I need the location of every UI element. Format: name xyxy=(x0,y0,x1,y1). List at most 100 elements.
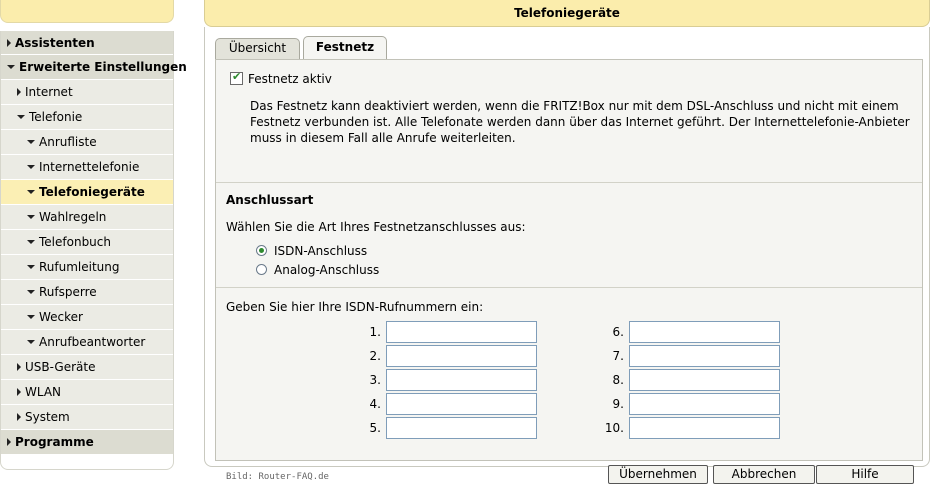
sidebar-item-label: Telefoniegeräte xyxy=(39,185,145,199)
divider xyxy=(216,182,922,183)
isdn-number-input-2[interactable] xyxy=(386,345,537,367)
sidebar-item-label: Rufumleitung xyxy=(39,260,120,274)
sidebar-item-label: Wecker xyxy=(39,310,83,324)
festnetz-description: Das Festnetz kann deaktiviert werden, we… xyxy=(250,99,910,145)
isdn-option[interactable]: ISDN-Anschluss xyxy=(256,244,367,258)
chevron-right-icon xyxy=(17,362,21,371)
sidebar-item-label: Internet xyxy=(25,85,73,99)
chevron-down-icon xyxy=(27,239,35,244)
sidebar-item-telefonie[interactable]: Telefonie xyxy=(1,105,173,130)
sidebar-item-internet[interactable]: Internet xyxy=(1,80,173,105)
anschlussart-title: Anschlussart xyxy=(226,193,314,207)
sidebar-item-label: Telefonie xyxy=(29,110,83,124)
main-panel: Telefoniegeräte Übersicht Festnetz ✔ Fest… xyxy=(204,0,934,484)
apply-button[interactable]: Übernehmen xyxy=(608,465,708,484)
sidebar-item-wecker[interactable]: Wecker xyxy=(1,305,173,330)
chevron-down-icon xyxy=(27,314,35,319)
sidebar: Assistenten Erweiterte Einstellungen Int… xyxy=(0,0,187,470)
help-button[interactable]: Hilfe xyxy=(816,465,914,484)
tab-festnetz[interactable]: Festnetz xyxy=(303,36,387,59)
sidebar-item-label: Anrufliste xyxy=(39,135,97,149)
isdn-option-label: ISDN-Anschluss xyxy=(274,244,368,258)
isdn-number-label: 1. xyxy=(369,325,381,339)
analog-option[interactable]: Analog-Anschluss xyxy=(256,263,379,277)
chevron-right-icon xyxy=(7,437,11,446)
sidebar-item-label: Assistenten xyxy=(15,36,95,50)
sidebar-item-wahlregeln[interactable]: Wahlregeln xyxy=(1,205,173,230)
isdn-number-input-6[interactable] xyxy=(629,321,780,343)
isdn-number-label: 8. xyxy=(612,373,624,387)
sidebar-footer xyxy=(0,454,174,470)
sidebar-item-rufumleitung[interactable]: Rufumleitung xyxy=(1,255,173,280)
sidebar-item-label: Internettelefonie xyxy=(39,160,140,174)
chevron-down-icon xyxy=(27,264,35,269)
sidebar-item-label: Wahlregeln xyxy=(39,210,107,224)
sidebar-item-wlan[interactable]: WLAN xyxy=(1,380,173,405)
sidebar-item-programme[interactable]: Programme xyxy=(1,430,173,455)
sidebar-menu: Assistenten Erweiterte Einstellungen Int… xyxy=(0,31,187,455)
cancel-button[interactable]: Abbrechen xyxy=(713,465,815,484)
chevron-down-icon xyxy=(17,114,25,119)
isdn-number-input-10[interactable] xyxy=(629,417,780,439)
chevron-right-icon xyxy=(17,387,21,396)
chevron-down-icon xyxy=(7,64,15,69)
page-title: Telefoniegeräte xyxy=(204,0,930,27)
sidebar-item-usb-geraete[interactable]: USB-Geräte xyxy=(1,355,173,380)
isdn-number-input-1[interactable] xyxy=(386,321,537,343)
sidebar-item-label: Programme xyxy=(15,435,94,449)
festnetz-aktiv-row: ✔ Festnetz aktiv xyxy=(230,70,332,86)
sidebar-item-label: System xyxy=(25,410,70,424)
sidebar-item-rufsperre[interactable]: Rufsperre xyxy=(1,280,173,305)
sidebar-item-system[interactable]: System xyxy=(1,405,173,430)
check-icon: ✔ xyxy=(232,70,242,83)
sidebar-item-internettelefonie[interactable]: Internettelefonie xyxy=(1,155,173,180)
isdn-number-input-5[interactable] xyxy=(386,417,537,439)
chevron-down-icon xyxy=(27,289,35,294)
isdn-number-label: 9. xyxy=(612,397,624,411)
sidebar-header xyxy=(0,0,174,23)
sidebar-item-label: USB-Geräte xyxy=(25,360,96,374)
sidebar-item-assistenten[interactable]: Assistenten xyxy=(1,31,173,55)
sidebar-item-label: Erweiterte Einstellungen xyxy=(19,60,187,74)
isdn-number-label: 10. xyxy=(604,421,624,435)
sidebar-item-telefonbuch[interactable]: Telefonbuch xyxy=(1,230,173,255)
sidebar-item-erweiterte-einstellungen[interactable]: Erweiterte Einstellungen xyxy=(1,55,187,80)
isdn-number-label: 7. xyxy=(612,349,624,363)
isdn-number-input-3[interactable] xyxy=(386,369,537,391)
tab-uebersicht[interactable]: Übersicht xyxy=(215,38,300,59)
festnetz-aktiv-label: Festnetz aktiv xyxy=(248,72,332,86)
isdn-number-label: 5. xyxy=(369,421,381,435)
isdn-number-label: 6. xyxy=(612,325,624,339)
isdn-number-input-9[interactable] xyxy=(629,393,780,415)
anschlussart-prompt: Wählen Sie die Art Ihres Festnetzanschlu… xyxy=(226,220,526,234)
chevron-down-icon xyxy=(27,164,35,169)
chevron-down-icon xyxy=(27,139,35,144)
chevron-right-icon xyxy=(7,38,11,47)
tab-content: ✔ Festnetz aktiv Das Festnetz kann deakti… xyxy=(215,59,923,484)
analog-radio[interactable] xyxy=(256,264,267,275)
image-credit: Bild: Router-FAQ.de xyxy=(226,472,329,482)
isdn-prompt: Geben Sie hier Ihre ISDN-Rufnummern ein: xyxy=(226,300,484,314)
sidebar-item-telefoniegeraete[interactable]: Telefoniegeräte xyxy=(1,180,173,205)
chevron-down-icon xyxy=(27,214,35,219)
isdn-radio[interactable] xyxy=(256,245,267,256)
isdn-number-input-8[interactable] xyxy=(629,369,780,391)
sidebar-item-label: WLAN xyxy=(25,385,62,399)
sidebar-item-label: Telefonbuch xyxy=(39,235,111,249)
sidebar-item-label: Rufsperre xyxy=(39,285,97,299)
chevron-right-icon xyxy=(17,412,21,421)
divider xyxy=(216,287,922,288)
isdn-number-label: 3. xyxy=(369,373,381,387)
isdn-number-label: 2. xyxy=(369,349,381,363)
festnetz-aktiv-checkbox[interactable]: ✔ xyxy=(230,70,243,85)
isdn-number-input-7[interactable] xyxy=(629,345,780,367)
sidebar-item-anrufbeantworter[interactable]: Anrufbeantworter xyxy=(1,330,173,355)
sidebar-item-anrufliste[interactable]: Anrufliste xyxy=(1,130,173,155)
chevron-right-icon xyxy=(17,87,21,96)
isdn-number-input-4[interactable] xyxy=(386,393,537,415)
chevron-down-icon xyxy=(27,339,35,344)
main-frame: Übersicht Festnetz ✔ Festnetz aktiv Das F… xyxy=(204,27,930,484)
chevron-down-icon xyxy=(27,189,35,194)
analog-option-label: Analog-Anschluss xyxy=(274,263,380,277)
sidebar-item-label: Anrufbeantworter xyxy=(39,335,146,349)
